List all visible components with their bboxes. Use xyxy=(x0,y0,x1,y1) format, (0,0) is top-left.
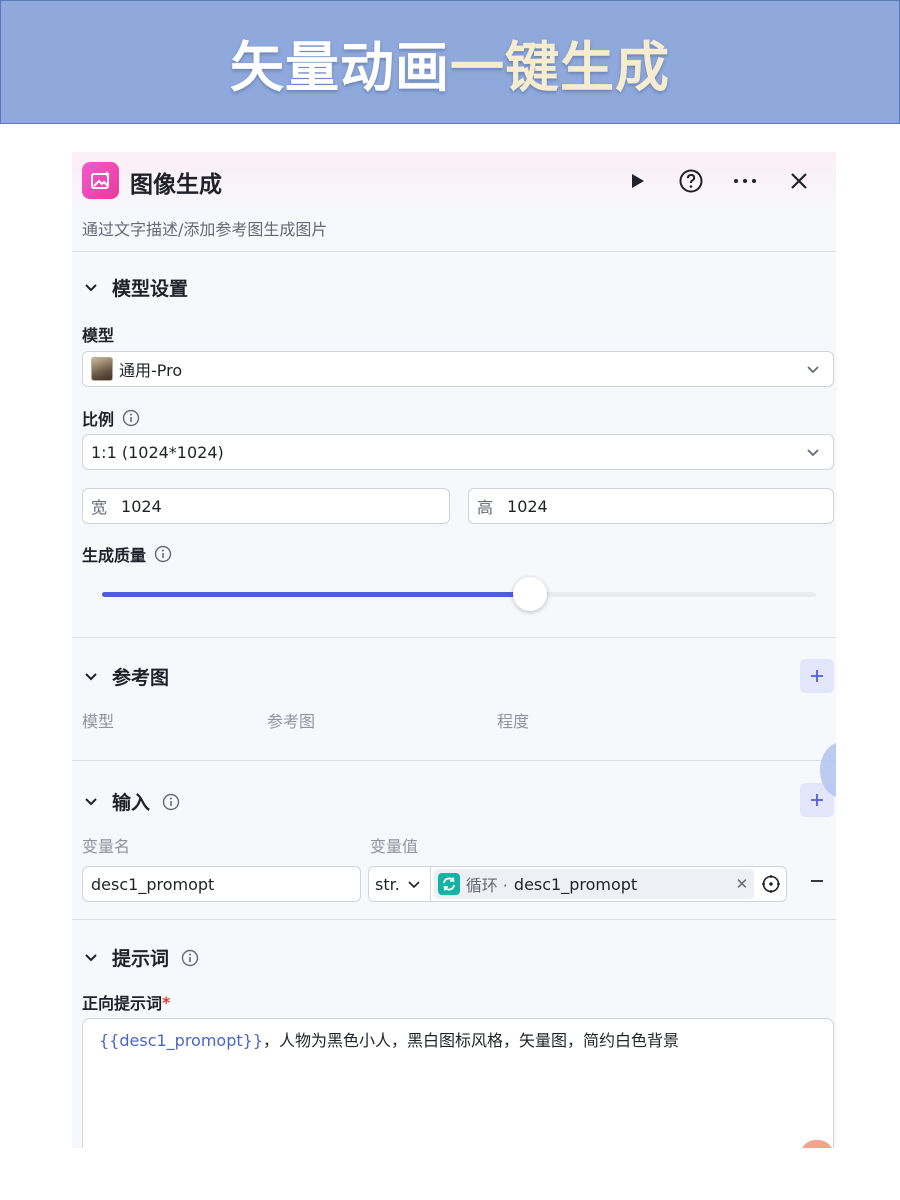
ratio-select[interactable]: 1:1 (1024*1024) xyxy=(82,434,834,470)
title-banner: 矢量动画一键生成 xyxy=(0,0,900,124)
chevron-down-icon xyxy=(85,797,97,805)
section-title: 模型设置 xyxy=(112,278,189,300)
ratio-select-value: 1:1 (1024*1024) xyxy=(91,442,224,462)
help-button[interactable] xyxy=(664,166,718,196)
node-title: 图像生成 xyxy=(130,172,222,198)
info-icon[interactable] xyxy=(122,409,140,427)
prompt-header[interactable]: 提示词 xyxy=(82,944,199,971)
prompt-variable-token: {{desc1_promopt}} xyxy=(99,1031,264,1050)
column-header-model: 模型 xyxy=(82,712,115,731)
image-generate-icon xyxy=(82,162,119,199)
clear-reference-icon[interactable]: ✕ xyxy=(736,875,749,893)
quality-slider[interactable] xyxy=(102,577,816,611)
help-icon xyxy=(679,169,703,193)
ratio-label: 比例 xyxy=(82,406,140,430)
chevron-down-icon xyxy=(807,449,819,457)
reference-variable-name: desc1_promopt xyxy=(513,874,638,894)
chevron-down-icon xyxy=(807,366,819,374)
width-field[interactable]: 宽 1024 xyxy=(82,488,450,524)
model-label: 模型 xyxy=(82,322,114,346)
column-header-variable-name: 变量名 xyxy=(82,837,131,856)
column-header-reference-image: 参考图 xyxy=(267,712,316,731)
section-title: 参考图 xyxy=(112,667,170,689)
height-field[interactable]: 高 1024 xyxy=(468,488,834,524)
reference-node-name: 循环 · xyxy=(465,876,508,895)
column-header-variable-value: 变量值 xyxy=(370,837,419,856)
input-header[interactable]: 输入 xyxy=(82,788,180,815)
prompt-text: ，人物为黑色小人，黑白图标风格，矢量图，简约白色背景 xyxy=(263,1031,680,1050)
target-icon xyxy=(762,875,781,893)
info-icon[interactable] xyxy=(162,793,180,811)
positive-prompt-input[interactable]: {{desc1_promopt}}，人物为黑色小人，黑白图标风格，矢量图，简约白… xyxy=(82,1018,834,1148)
quality-label-text: 生成质量 xyxy=(82,546,147,565)
variable-type-value: str. xyxy=(375,874,400,894)
width-prefix: 宽 xyxy=(91,498,108,517)
image-generation-node-panel: 图像生成 通过文字描述/添加参考图生成图片 模型设置 模型 通用-Pro 比例 … xyxy=(72,152,836,1148)
info-icon[interactable] xyxy=(154,545,172,563)
chevron-down-icon xyxy=(85,283,97,291)
variable-reference-chip[interactable]: 循环 · desc1_promopt ✕ xyxy=(433,869,755,899)
model-label-text: 模型 xyxy=(82,326,115,345)
height-prefix: 高 xyxy=(477,498,494,517)
banner-title: 矢量动画一键生成 xyxy=(230,23,670,102)
divider xyxy=(72,760,836,761)
divider xyxy=(72,919,836,920)
quality-label: 生成质量 xyxy=(82,542,172,566)
quality-slider-handle[interactable] xyxy=(513,577,548,611)
positive-prompt-label-text: 正向提示词 xyxy=(82,994,163,1013)
width-value: 1024 xyxy=(121,496,162,516)
variable-value-field[interactable]: str. 循环 · desc1_promopt ✕ xyxy=(368,866,787,902)
reference-header[interactable]: 参考图 xyxy=(82,663,169,690)
chevron-down-icon xyxy=(408,881,420,889)
divider xyxy=(72,637,836,638)
model-select-value: 通用-Pro xyxy=(119,361,183,380)
height-value: 1024 xyxy=(507,496,548,516)
plus-icon xyxy=(811,794,823,806)
run-button[interactable] xyxy=(610,166,664,196)
chevron-down-icon xyxy=(85,672,97,680)
plus-icon xyxy=(811,670,823,682)
model-settings-header[interactable]: 模型设置 xyxy=(82,274,188,301)
section-title: 输入 xyxy=(112,792,151,814)
model-avatar xyxy=(91,357,113,381)
close-button[interactable] xyxy=(772,166,826,196)
loop-icon xyxy=(437,873,460,895)
minus-icon xyxy=(811,880,823,882)
more-button[interactable] xyxy=(718,166,772,196)
section-title: 提示词 xyxy=(112,948,170,970)
banner-title-part1: 矢量动画 xyxy=(230,34,450,99)
add-reference-button[interactable] xyxy=(800,659,834,693)
column-header-degree: 程度 xyxy=(497,712,530,731)
select-variable-button[interactable] xyxy=(756,869,786,899)
model-select[interactable]: 通用-Pro xyxy=(82,351,834,387)
quality-slider-fill xyxy=(102,592,531,597)
info-icon[interactable] xyxy=(181,949,199,967)
variable-name-input[interactable]: desc1_promopt xyxy=(82,866,361,902)
more-icon xyxy=(734,179,756,183)
chevron-down-icon xyxy=(85,953,97,961)
node-header: 图像生成 通过文字描述/添加参考图生成图片 xyxy=(72,152,836,252)
close-icon xyxy=(791,173,807,189)
variable-type-select[interactable]: str. xyxy=(369,867,431,901)
banner-title-part2: 一键生成 xyxy=(450,34,670,99)
required-mark: * xyxy=(162,992,171,1012)
node-description: 通过文字描述/添加参考图生成图片 xyxy=(82,220,328,239)
remove-input-button[interactable] xyxy=(809,870,825,895)
ratio-label-text: 比例 xyxy=(82,410,115,429)
positive-prompt-label: 正向提示词 * xyxy=(82,990,170,1014)
variable-name-value: desc1_promopt xyxy=(91,874,215,894)
play-icon xyxy=(632,174,644,188)
